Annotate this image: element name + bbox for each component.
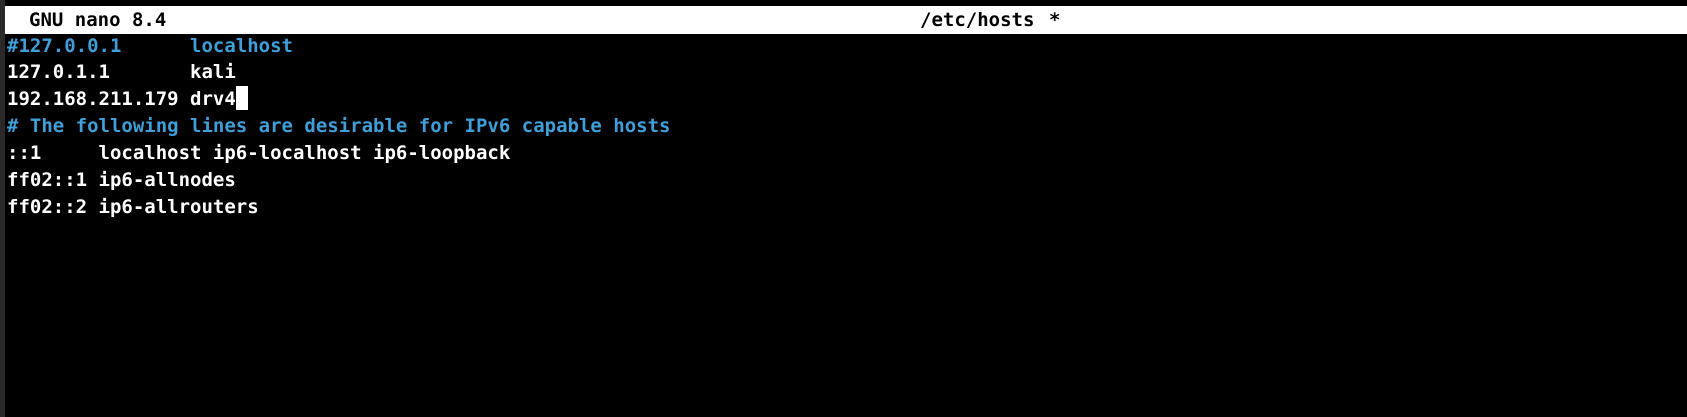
- line-text: 192.168.211.179 drv4: [7, 88, 236, 110]
- editor-line-1[interactable]: #127.0.0.1 localhost: [7, 32, 293, 60]
- file-name: /etc/hosts: [920, 9, 1035, 31]
- line-text: 127.0.1.1 kali: [7, 61, 236, 83]
- line-text: #127.0.0.1 localhost: [7, 35, 293, 57]
- terminal-window: GNU nano 8.4 /etc/hosts * #127.0.0.1 loc…: [0, 0, 1687, 417]
- editor-line-2[interactable]: 127.0.1.1 kali: [7, 58, 236, 86]
- line-text: ff02::1 ip6-allnodes: [7, 169, 236, 191]
- editor-line-4[interactable]: # The following lines are desirable for …: [7, 112, 670, 140]
- editor-line-7[interactable]: ff02::2 ip6-allrouters: [7, 193, 259, 221]
- modified-indicator: *: [1049, 9, 1061, 31]
- editor-area[interactable]: #127.0.0.1 localhost 127.0.1.1 kali 192.…: [5, 34, 1687, 417]
- editor-line-6[interactable]: ff02::1 ip6-allnodes: [7, 166, 236, 194]
- editor-line-5[interactable]: ::1 localhost ip6-localhost ip6-loopback: [7, 139, 510, 167]
- text-cursor: [235, 86, 248, 110]
- nano-title-bar: GNU nano 8.4 /etc/hosts *: [5, 6, 1687, 34]
- app-version: GNU nano 8.4: [29, 9, 167, 31]
- line-text: ff02::2 ip6-allrouters: [7, 196, 259, 218]
- line-text: ::1 localhost ip6-localhost ip6-loopback: [7, 142, 511, 164]
- editor-line-3[interactable]: 192.168.211.179 drv4: [7, 85, 248, 113]
- line-text: # The following lines are desirable for …: [7, 115, 671, 137]
